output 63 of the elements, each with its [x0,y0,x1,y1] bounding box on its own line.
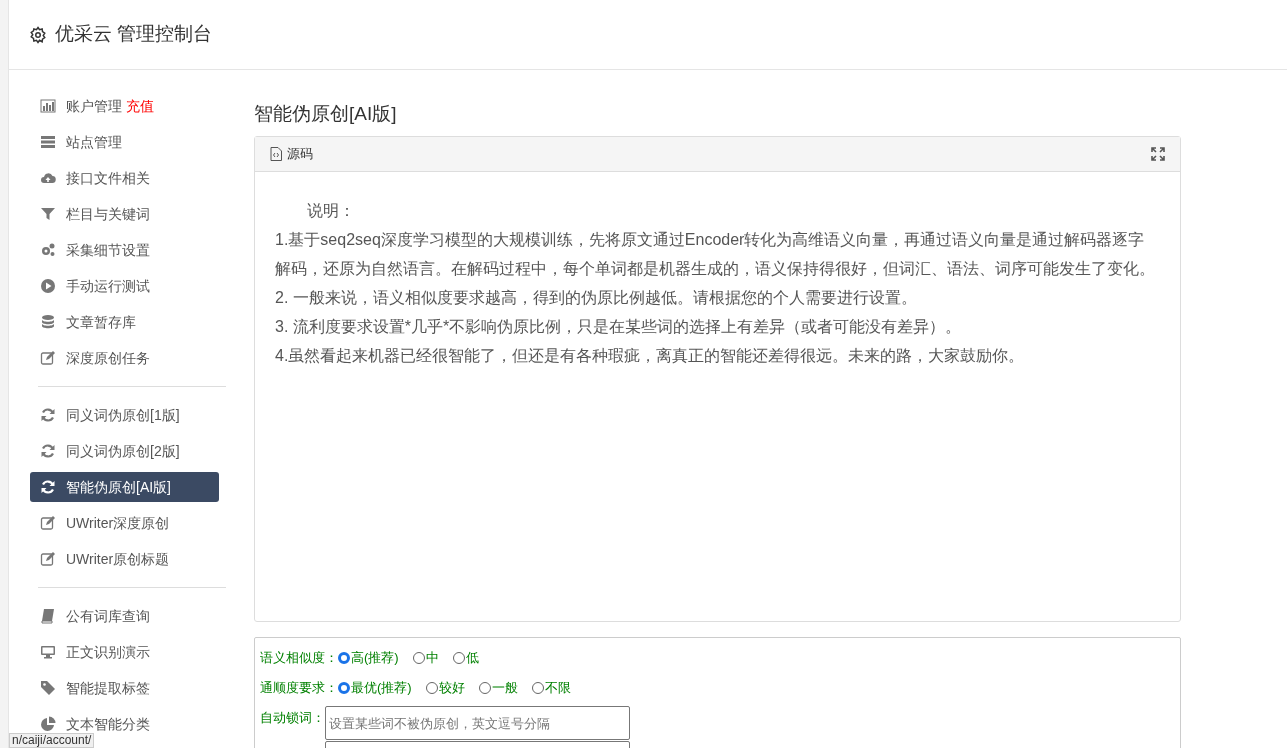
radio-button[interactable] [452,652,465,664]
sidebar-item[interactable]: 账户管理 充值 [30,91,219,121]
refresh-icon [40,443,56,459]
radio-button[interactable] [338,652,350,664]
source-button[interactable]: 源码 [270,144,313,164]
sidebar-item[interactable]: 智能伪原创[AI版] [30,472,219,502]
sidebar-item[interactable]: 公有词库查询 [30,601,219,631]
app-title: 优采云 管理控制台 [55,22,213,47]
sidebar-item[interactable]: 手动运行测试 [30,271,219,301]
sidebar-item[interactable]: 接口文件相关 [30,163,219,193]
option-label: 自动锁词： [260,709,325,727]
database-icon [40,314,56,330]
sidebar-item[interactable]: 同义词伪原创[1版] [30,400,219,430]
sidebar-item[interactable]: 深度原创任务 [30,343,219,373]
monitor-icon [40,644,56,660]
paragraph: 3. 流利度要求设置*几乎*不影响伪原比例，只是在某些词的选择上有差异（或者可能没有差异）。 [275,317,963,337]
sidebar-item[interactable]: UWriter原创标题 [30,544,219,574]
play-icon [40,278,56,294]
chart-icon [40,98,56,114]
radio-option[interactable]: 中 [412,646,439,668]
radio-option[interactable]: 较好 [425,676,465,698]
radio-button[interactable] [531,682,544,694]
page-title: 智能伪原创[AI版] [254,102,398,126]
radio-option[interactable]: 低 [452,646,479,668]
paragraph: 4.虽然看起来机器已经很智能了，但还是有各种瑕疵，离真正的智能还差得很远。未来的路，大家鼓励你。 [275,346,1026,366]
radio-option[interactable]: 不限 [531,676,571,698]
sidebar-item[interactable]: 同义词伪原创[2版] [30,436,219,466]
sidebar-item[interactable]: 文章暂存库 [30,307,219,337]
refresh-icon [40,407,56,423]
radio-option[interactable]: 最优(推荐) [338,676,412,698]
paragraph: 说明： [306,201,356,221]
radio-button[interactable] [412,652,425,664]
status-url: n/caiji/account/ [9,733,95,748]
fullscreen-icon[interactable] [1151,147,1165,161]
sidebar-item[interactable]: UWriter深度原创 [30,508,219,538]
paragraph: 2. 一般来说，语义相似度要求越高，得到的伪原比例越低。请根据您的个人需要进行设置。 [275,288,918,308]
refresh-icon [40,479,56,495]
filter-icon [40,206,56,222]
radio-button[interactable] [478,682,491,694]
radio-button[interactable] [425,682,438,694]
server-icon [40,134,56,150]
code-file-icon [270,147,282,161]
edit-icon [40,515,56,531]
tag-icon [40,680,56,696]
sidebar-item[interactable]: 智能提取标签 [30,673,219,703]
settings-icon [29,25,47,44]
sidebar-item[interactable]: 采集细节设置 [30,235,219,265]
radio-option[interactable]: 高(推荐) [338,646,399,668]
sidebar-item[interactable]: 栏目与关键词 [30,199,219,229]
edit-icon [40,350,56,366]
recharge-link[interactable]: 充值 [126,95,154,117]
radio-option[interactable]: 一般 [478,676,518,698]
input-field[interactable]: 设置某些词不被伪原创，英文逗号分隔 [325,706,630,740]
option-label: 语义相似度： [260,649,338,667]
sidebar-item[interactable]: 站点管理 [30,127,219,157]
sidebar-item[interactable]: 正文识别演示 [30,637,219,667]
edit-icon [40,551,56,567]
book-icon [40,608,56,624]
radio-button[interactable] [338,682,350,694]
option-label: 通顺度要求： [260,679,338,697]
paragraph: 1.基于seq2seq深度学习模型的大规模训练，先将原文通过Encoder转化为高维语义向量，再通过语义向量是通过解码器逐字解码，还原为自然语言。在解码过程中，每个单词都是机器生成的，语义保持得很好，但词汇、语法、词序可能发生了变化。 [275,230,1156,279]
cloud-upload-icon [40,170,56,186]
pie-chart-icon [40,716,56,732]
